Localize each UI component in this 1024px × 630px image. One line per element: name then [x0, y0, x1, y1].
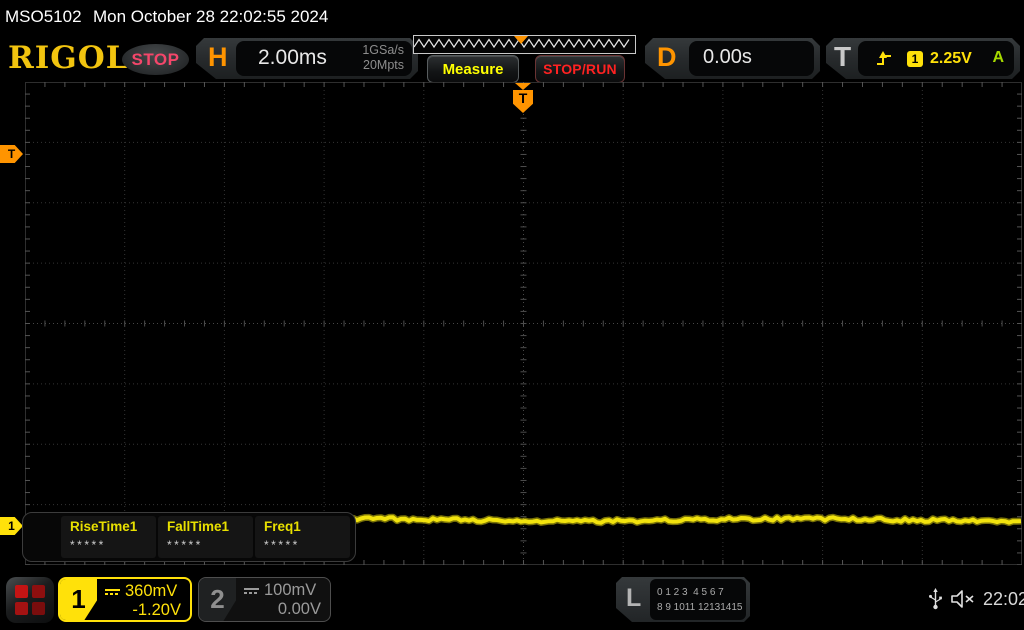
- delay-label: D: [657, 42, 677, 72]
- sample-rate-memory: 1GSa/s 20Mpts: [362, 43, 404, 73]
- model-name: MSO5102: [5, 7, 82, 26]
- channel2-badge[interactable]: 2 100mV 0.00V: [198, 577, 331, 622]
- trigger-level-marker[interactable]: T: [0, 145, 23, 163]
- usb-icon: [929, 588, 942, 610]
- timebase-value: 2.00ms: [258, 46, 327, 69]
- digital-channels-badge[interactable]: L 0 1 2 3 4 5 6 7 8 9 1011 12131415: [616, 577, 750, 622]
- digital-label: L: [626, 584, 642, 612]
- measurement-label: Freq1: [264, 519, 301, 534]
- trigger-position-tick-icon[interactable]: [515, 83, 531, 90]
- memory-position-marker-icon[interactable]: [514, 36, 528, 44]
- trigger-label: T: [834, 41, 852, 72]
- digital-row2: 8 9 1011 12131415: [657, 601, 743, 613]
- channel2-number: 2: [199, 578, 236, 621]
- measurement-risetime: RiseTime1 *****: [61, 516, 156, 558]
- channel2-scale: 100mV: [264, 581, 317, 599]
- delay-panel[interactable]: D 0.00s: [645, 38, 820, 79]
- measurement-value: *****: [70, 538, 106, 552]
- dc-coupling-icon: [105, 588, 120, 598]
- rigol-logo: RIGOL: [8, 40, 129, 76]
- channel1-level-marker[interactable]: 1: [0, 517, 23, 535]
- speaker-muted-icon[interactable]: [950, 589, 977, 609]
- menu-grid-icon[interactable]: [6, 577, 54, 623]
- channel1-offset: -1.20V: [132, 601, 181, 619]
- measurement-freq: Freq1 *****: [255, 516, 350, 558]
- trigger-source-badge: 1: [907, 51, 923, 67]
- measurement-label: FallTime1: [167, 519, 230, 534]
- sample-rate: 1GSa/s: [362, 43, 404, 57]
- channel1-badge[interactable]: 1 360mV -1.20V: [58, 577, 192, 622]
- measurement-label: RiseTime1: [70, 519, 138, 534]
- trigger-level-value: 2.25V: [930, 49, 972, 67]
- channel1-number: 1: [60, 579, 97, 620]
- horizontal-panel[interactable]: H 2.00ms 1GSa/s 20Mpts: [196, 38, 418, 79]
- trigger-slope-icon: [876, 50, 893, 67]
- trigger-sweep-mode: A: [992, 49, 1004, 66]
- delay-value: 0.00s: [703, 46, 752, 68]
- measurement-falltime: FallTime1 *****: [158, 516, 253, 558]
- trigger-panel[interactable]: T 1 2.25V A: [826, 38, 1020, 79]
- acquisition-state-badge: STOP: [122, 44, 189, 75]
- graticule: [25, 82, 1022, 565]
- system-clock: 22:02: [983, 589, 1024, 609]
- memory-depth: 20Mpts: [363, 58, 404, 72]
- status-bar: MSO5102 Mon October 28 22:02:55 2024: [0, 0, 1024, 33]
- stop-run-button[interactable]: STOP/RUN: [535, 55, 625, 83]
- digital-row1: 0 1 2 3 4 5 6 7: [657, 586, 724, 598]
- channel2-offset: 0.00V: [277, 600, 321, 618]
- system-datetime: Mon October 28 22:02:55 2024: [93, 7, 329, 26]
- measurement-overlay[interactable]: RiseTime1 ***** FallTime1 ***** Freq1 **…: [22, 512, 356, 562]
- oscilloscope-screen: MSO5102 Mon October 28 22:02:55 2024 RIG…: [0, 0, 1024, 630]
- dc-coupling-icon: [244, 587, 259, 597]
- measure-button[interactable]: Measure: [427, 55, 519, 83]
- channel1-scale: 360mV: [125, 582, 178, 600]
- horizontal-label: H: [208, 42, 228, 72]
- digital-channel-list: 0 1 2 3 4 5 6 7 8 9 1011 12131415: [650, 579, 746, 620]
- measurement-value: *****: [167, 538, 203, 552]
- measurement-value: *****: [264, 538, 300, 552]
